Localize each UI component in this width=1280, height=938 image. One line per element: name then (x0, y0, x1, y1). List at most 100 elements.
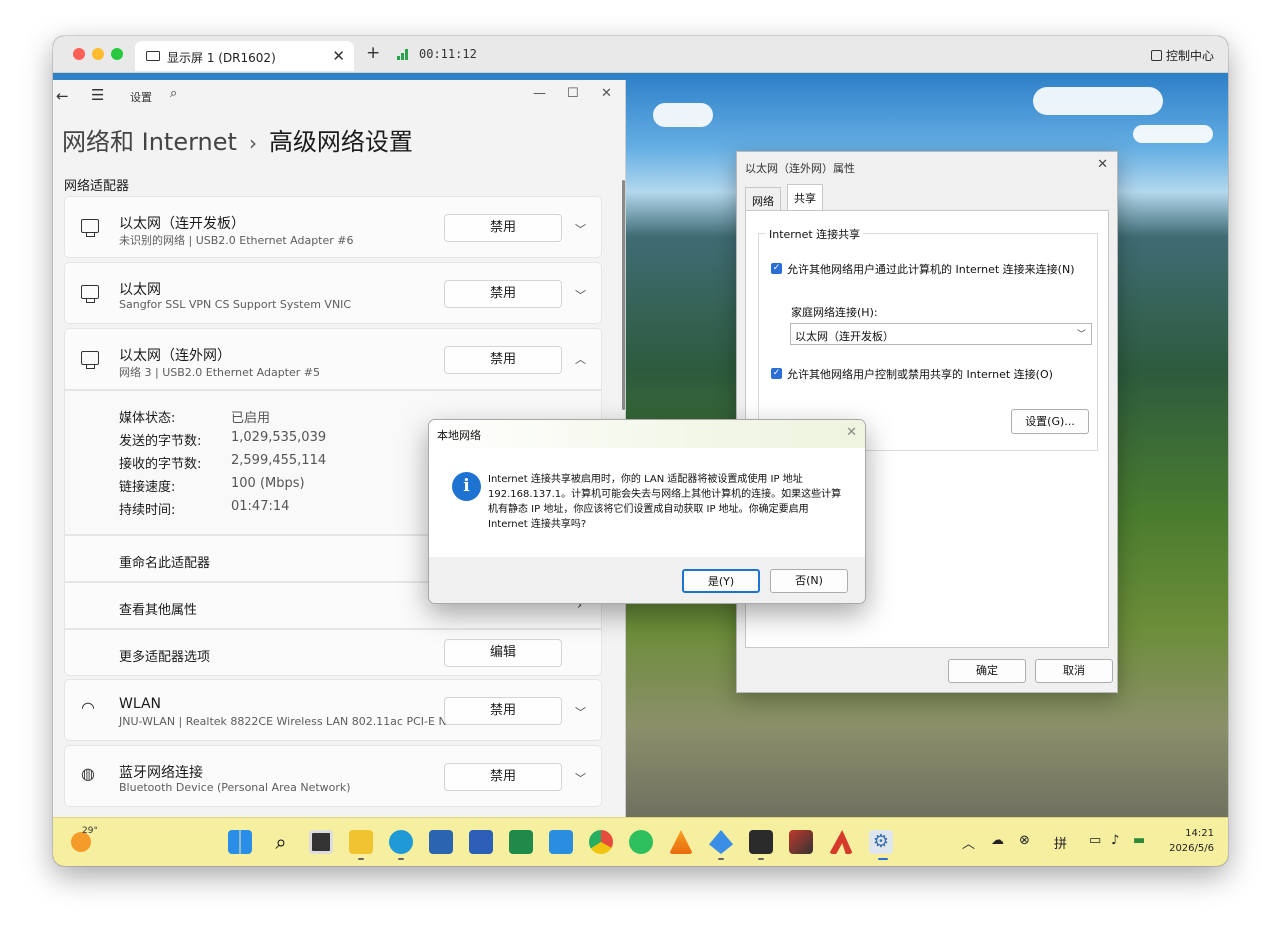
back-arrow-icon[interactable]: ← (56, 87, 69, 105)
zoom-window-button[interactable] (111, 48, 123, 60)
chevron-up-icon[interactable]: ︿ (575, 351, 586, 367)
search-icon[interactable]: ⌕ (170, 86, 177, 101)
home-network-select[interactable]: 以太网（连开发板） ﹀ (790, 323, 1092, 345)
allow-connect-checkbox[interactable]: ✓ (771, 263, 782, 274)
adapter-name: 以太网（连外网） (119, 348, 231, 364)
adapter-desc: 网络 3 | USB2.0 Ethernet Adapter #5 (119, 366, 320, 379)
breadcrumb-parent[interactable]: 网络和 Internet (62, 128, 237, 156)
signal-icon (397, 49, 409, 60)
no-button[interactable]: 否(N) (770, 569, 848, 593)
file-explorer-icon[interactable] (349, 830, 373, 854)
ok-button[interactable]: 确定 (948, 659, 1026, 683)
app-icon[interactable] (789, 830, 813, 854)
ethernet-icon (81, 285, 99, 303)
detail-key: 发送的字节数: (119, 434, 202, 449)
close-icon[interactable]: ✕ (601, 86, 612, 101)
volume-icon[interactable]: ♪ (1111, 833, 1119, 848)
more-options-row: 更多适配器选项 编辑 (64, 629, 602, 676)
detail-value: 01:47:14 (231, 499, 290, 514)
yes-button[interactable]: 是(Y) (682, 569, 760, 593)
chevron-down-icon[interactable]: ﹀ (575, 704, 586, 720)
tab-close-icon[interactable]: ✕ (332, 47, 345, 65)
menu-icon[interactable]: ☰ (91, 86, 104, 104)
adapter-desc: JNU-WLAN | Realtek 8822CE Wireless LAN 8… (119, 715, 458, 728)
clock[interactable]: 14:21 2026/5/6 (1169, 826, 1214, 856)
minimize-icon[interactable]: — (533, 86, 546, 101)
msg-close-icon[interactable]: ✕ (846, 425, 857, 440)
ics-confirm-dialog: 本地网络 ✕ i Internet 连接共享被启用时，你的 LAN 适配器将被设… (428, 419, 866, 604)
disable-button[interactable]: 禁用 (444, 214, 562, 242)
edge-icon[interactable] (389, 830, 413, 854)
control-center-button[interactable]: 控制中心 (1150, 47, 1214, 64)
scrollbar[interactable] (622, 180, 625, 410)
chevron-down-icon[interactable]: ﹀ (575, 221, 586, 237)
wechat-icon[interactable] (629, 830, 653, 854)
network-icon[interactable]: ▭ (1089, 833, 1101, 848)
detail-key: 接收的字节数: (119, 457, 202, 472)
ethernet-icon (81, 219, 99, 237)
vscode-icon[interactable] (549, 830, 573, 854)
tab-sharing[interactable]: 共享 (787, 184, 823, 211)
allow-control-checkbox[interactable]: ✓ (771, 368, 782, 379)
msg-title: 本地网络 (437, 429, 481, 442)
battery-icon[interactable]: ▬ (1133, 833, 1145, 848)
disable-button[interactable]: 禁用 (444, 763, 562, 791)
new-tab-button[interactable]: + (366, 43, 380, 63)
vlc-icon[interactable] (669, 830, 693, 854)
store-icon[interactable] (429, 830, 453, 854)
excel-icon[interactable] (509, 830, 533, 854)
cloud-offline-icon[interactable]: ☁ (991, 833, 1004, 848)
allow-connect-label: 允许其他网络用户通过此计算机的 Internet 连接来连接(N) (787, 263, 1075, 276)
adapter-card[interactable]: 以太网 Sangfor SSL VPN CS Support System VN… (64, 262, 602, 324)
settings-gear-icon[interactable]: ⚙ (869, 830, 893, 854)
chevron-down-icon: ﹀ (1076, 330, 1086, 340)
ime-indicator[interactable]: 拼 (1054, 833, 1067, 852)
detail-value: 1,029,535,039 (231, 430, 327, 445)
search-icon[interactable]: ⌕ (269, 830, 293, 854)
settings-topbar: ← ☰ 设置 ⌕ — ☐ ✕ (53, 80, 625, 112)
disable-button[interactable]: 禁用 (444, 697, 562, 725)
settings-button[interactable]: 设置(G)... (1011, 409, 1089, 434)
globe-network-icon: ◍ (81, 764, 95, 783)
adapter-card[interactable]: 以太网（连开发板） 未识别的网络 | USB2.0 Ethernet Adapt… (64, 196, 602, 258)
msg-titlebar: 本地网络 ✕ (429, 420, 865, 448)
chrome-icon[interactable] (589, 830, 613, 854)
disable-button[interactable]: 禁用 (444, 346, 562, 374)
chevron-up-icon[interactable]: ︿ (962, 833, 975, 852)
adapter-name: 蓝牙网络连接 (119, 765, 203, 781)
adapter-name: 以太网（连开发板） (119, 216, 245, 232)
info-icon: i (452, 472, 481, 501)
tab-network[interactable]: 网络 (745, 187, 781, 211)
row-label: 更多适配器选项 (119, 650, 211, 665)
monitor-icon (146, 51, 160, 61)
allow-control-label: 允许其他网络用户控制或禁用共享的 Internet 连接(O) (787, 368, 1053, 381)
detail-key: 持续时间: (119, 503, 176, 518)
adapter-desc: Bluetooth Device (Personal Area Network) (119, 781, 351, 794)
breadcrumb: 网络和 Internet › 高级网络设置 (62, 122, 413, 157)
edit-button[interactable]: 编辑 (444, 639, 562, 667)
adapter-card-expanded[interactable]: 以太网（连外网） 网络 3 | USB2.0 Ethernet Adapter … (64, 328, 602, 390)
word-icon[interactable] (469, 830, 493, 854)
terminal-icon[interactable] (749, 830, 773, 854)
chevron-down-icon[interactable]: ﹀ (575, 770, 586, 786)
start-icon[interactable] (228, 830, 252, 854)
dialog-close-icon[interactable]: ✕ (1097, 157, 1108, 172)
home-network-label: 家庭网络连接(H): (791, 306, 878, 319)
adapter-card[interactable]: ◍ 蓝牙网络连接 Bluetooth Device (Personal Area… (64, 745, 602, 807)
taskbar: 29° ⌕ ⚙ ︿ ☁ ⊗ 拼 ▭ ♪ ▬ 14:21 2026/5/6 (53, 817, 1228, 866)
chevron-down-icon[interactable]: ﹀ (575, 287, 586, 303)
minimize-window-button[interactable] (92, 48, 104, 60)
cancel-button[interactable]: 取消 (1035, 659, 1113, 683)
circle-x-icon[interactable]: ⊗ (1019, 833, 1030, 848)
disable-button[interactable]: 禁用 (444, 280, 562, 308)
display-tab[interactable]: 显示屏 1 (DR1602) ✕ (135, 41, 354, 71)
app-icon[interactable] (829, 830, 853, 854)
close-window-button[interactable] (73, 48, 85, 60)
wifi-icon: ◠ (81, 698, 95, 717)
app-icon[interactable] (709, 830, 733, 854)
adapter-name: 以太网 (119, 282, 161, 298)
adapter-card[interactable]: ◠ WLAN JNU-WLAN | Realtek 8822CE Wireles… (64, 679, 602, 741)
task-view-icon[interactable] (309, 830, 333, 854)
app-title: 设置 (130, 91, 152, 104)
maximize-icon[interactable]: ☐ (567, 86, 579, 101)
